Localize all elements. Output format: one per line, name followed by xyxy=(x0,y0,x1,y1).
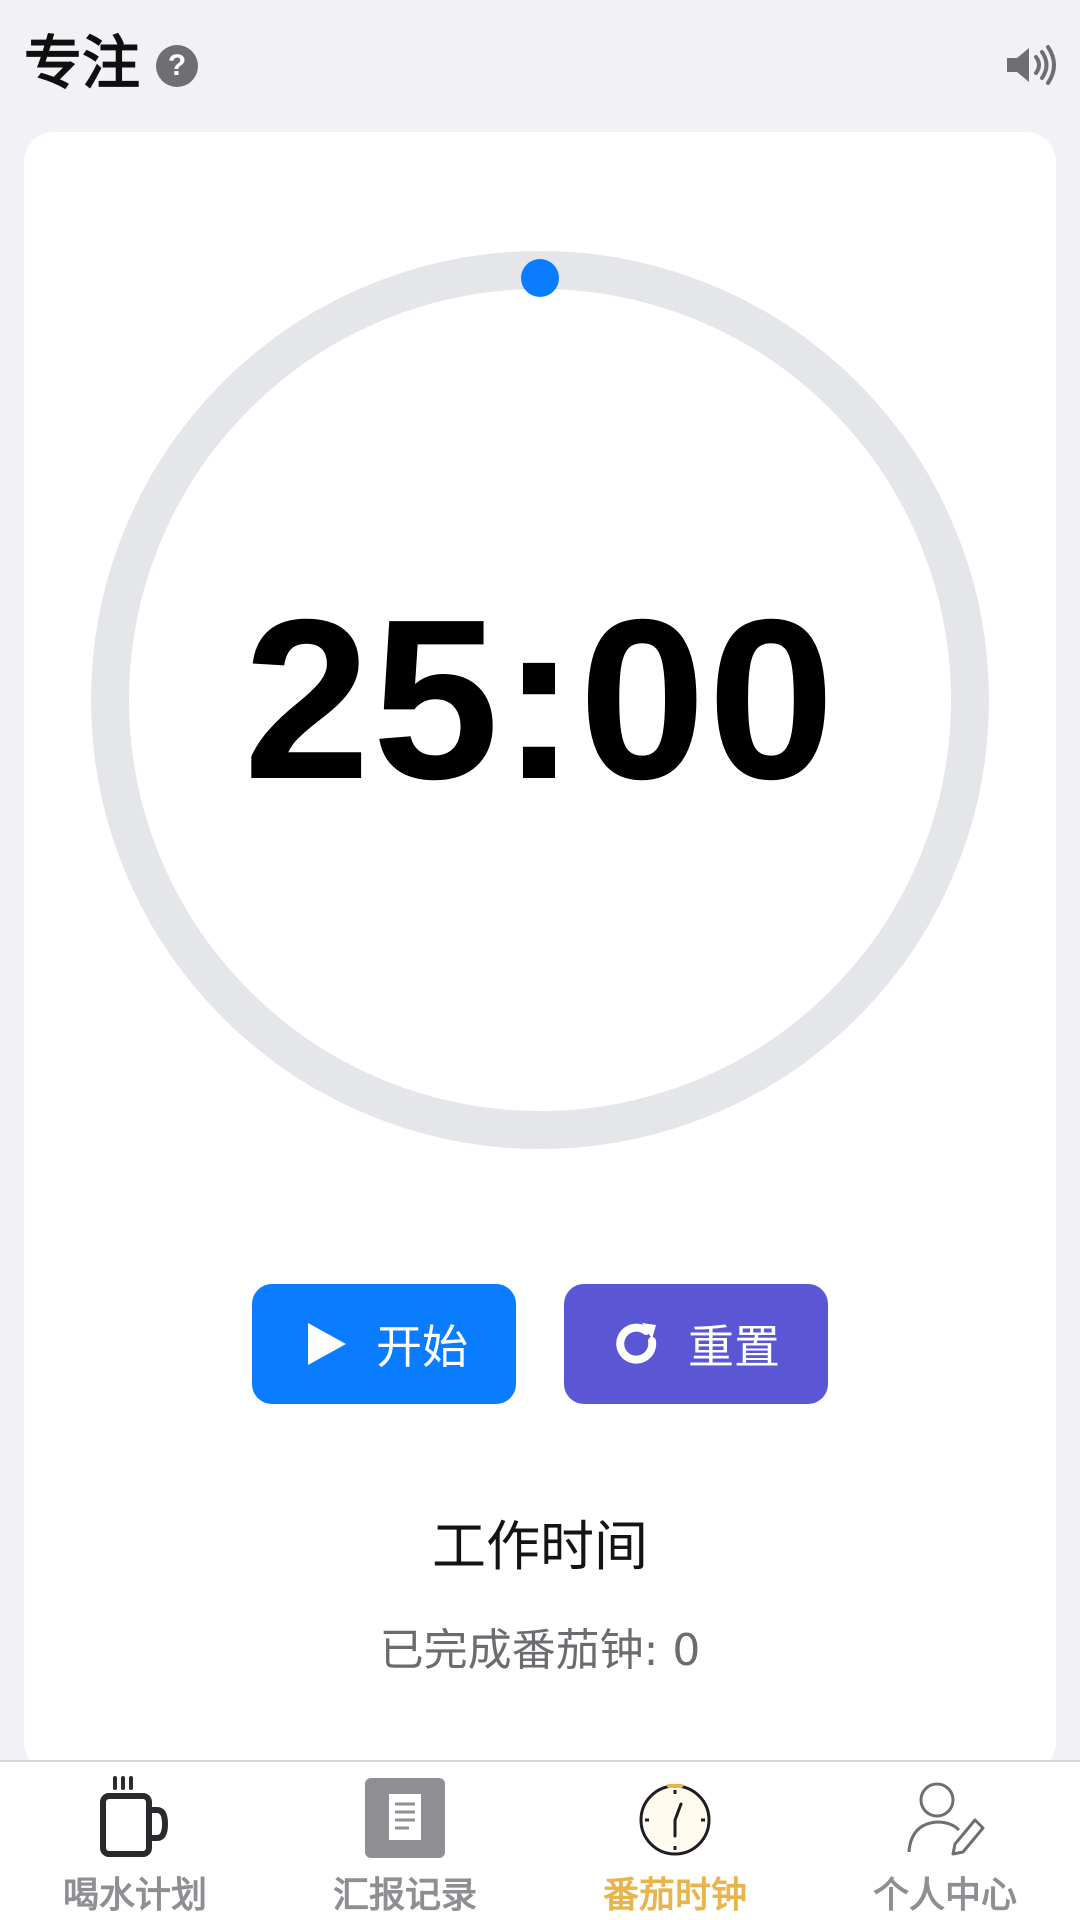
completed-count: 已完成番茄钟: 0 xyxy=(379,1625,701,1676)
tab-label: 汇报记录 xyxy=(332,1875,477,1916)
play-icon xyxy=(308,1323,346,1365)
mode-label: 工作时间 xyxy=(432,1515,648,1578)
start-button-label: 开始 xyxy=(376,1320,468,1374)
timer-card: 25:00 开始 重置 工作时间 已完成番茄钟: 0 xyxy=(24,132,1056,1772)
start-button[interactable]: 开始 xyxy=(252,1284,516,1404)
document-icon xyxy=(365,1778,445,1858)
tab-personal-center[interactable]: 个人中心 xyxy=(810,1762,1080,1920)
question-circle-icon[interactable]: ? xyxy=(156,45,198,87)
user-edit-icon xyxy=(907,1782,985,1856)
page-title: 专注 xyxy=(24,29,141,97)
tab-report-records[interactable]: 汇报记录 xyxy=(270,1762,540,1920)
header: 专注 ? xyxy=(0,0,1080,130)
tab-pomodoro-clock[interactable]: 番茄时钟 xyxy=(540,1762,810,1920)
mug-icon xyxy=(100,1776,169,1857)
tab-label: 个人中心 xyxy=(872,1875,1017,1916)
timer-display: 25:00 xyxy=(243,572,837,827)
tab-label: 喝水计划 xyxy=(62,1875,207,1916)
tab-water-plan[interactable]: 喝水计划 xyxy=(0,1762,270,1920)
speaker-volume-icon[interactable] xyxy=(1005,44,1059,86)
pomodoro-screen: 专注 ? 25:00 开始 重置 工作时间 已完成番茄钟: 0 喝水计划 汇报记… xyxy=(0,0,1080,1920)
clock-icon xyxy=(639,1784,711,1856)
refresh-icon xyxy=(616,1323,657,1364)
reset-button[interactable]: 重置 xyxy=(564,1284,828,1404)
reset-button-label: 重置 xyxy=(688,1320,780,1374)
tab-bar: 喝水计划 汇报记录 番茄时钟 个人中心 xyxy=(0,1760,1080,1920)
tab-label: 番茄时钟 xyxy=(602,1875,747,1916)
